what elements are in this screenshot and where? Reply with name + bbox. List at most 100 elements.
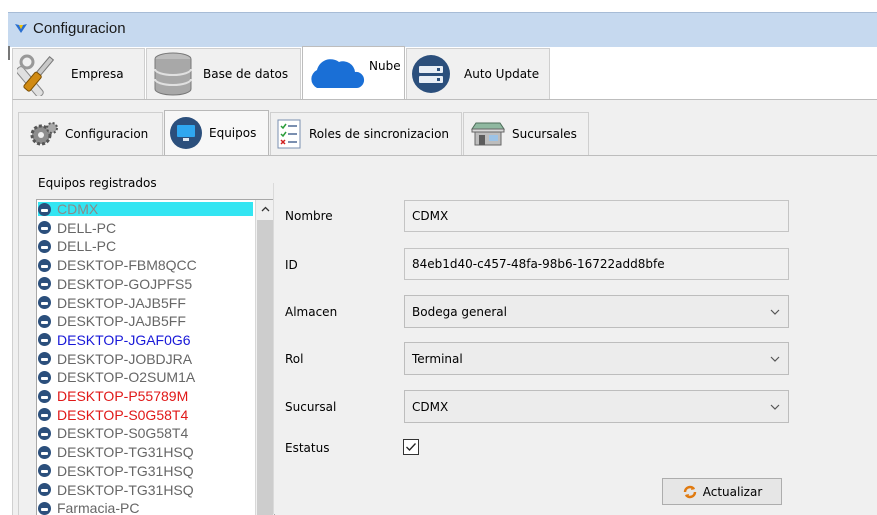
tab-sucursales-label: Sucursales — [512, 127, 577, 141]
app-icon — [15, 24, 27, 33]
user-circle-icon — [38, 389, 51, 403]
list-item-label: DESKTOP-O2SUM1A — [57, 369, 196, 386]
list-item[interactable]: DESKTOP-TG31HSQ — [38, 444, 194, 461]
user-circle-icon — [38, 277, 51, 291]
sucursal-value: CDMX — [412, 399, 449, 414]
list-item-label: DESKTOP-FBM8QCC — [57, 257, 197, 274]
almacen-select[interactable]: Bodega general — [404, 295, 789, 328]
list-item-label: DELL-PC — [57, 219, 117, 236]
list-item-label: DESKTOP-TG31HSQ — [57, 444, 194, 461]
database-icon — [154, 52, 192, 96]
tab-nube[interactable]: Nube — [302, 46, 405, 99]
tab-equipos-label: Equipos — [209, 126, 257, 140]
almacen-value: Bodega general — [412, 304, 507, 319]
sub-tabs: Configuracion Equipos Roles de sincroniz… — [18, 110, 590, 156]
scroll-thumb[interactable] — [257, 220, 273, 515]
list-item-label: DESKTOP-S0G58T4 — [57, 406, 189, 423]
list-item[interactable]: DELL-PC — [38, 238, 117, 255]
user-circle-icon — [38, 333, 51, 347]
refresh-icon — [683, 485, 696, 498]
checkmark-icon — [406, 443, 416, 451]
id-value: 84eb1d40-c457-48fa-98b6-16722add8bfe — [412, 257, 665, 271]
list-item[interactable]: Farmacia-PC — [38, 500, 140, 515]
user-circle-icon — [38, 296, 51, 309]
actualizar-button[interactable]: Actualizar — [662, 478, 782, 505]
monitor-icon — [170, 117, 202, 149]
tab-base-de-datos[interactable]: Base de datos — [146, 48, 301, 99]
window-titlebar: Configuracion — [0, 0, 877, 47]
list-item-label: DESKTOP-JAJB5FF — [57, 294, 186, 311]
rol-label: Rol — [285, 352, 304, 366]
tab-empresa-label: Empresa — [71, 67, 124, 81]
gears-icon — [30, 122, 58, 146]
list-item[interactable]: DESKTOP-S0G58T4 — [38, 406, 189, 423]
list-item[interactable]: DESKTOP-JAJB5FF — [38, 294, 186, 311]
rol-select[interactable]: Terminal — [404, 342, 789, 375]
estatus-checkbox[interactable] — [403, 439, 419, 455]
list-item-label: DESKTOP-JOBDJRA — [57, 350, 193, 367]
tab-nube-label: Nube — [369, 59, 401, 73]
list-item-label: DESKTOP-P55789M — [57, 388, 189, 404]
tab-roles-de-sincronizacion[interactable]: Roles de sincronizacion — [270, 112, 462, 155]
list-item-label: CDMX — [57, 201, 99, 217]
list-item[interactable]: DESKTOP-P55789M — [38, 388, 189, 404]
nombre-field[interactable]: CDMX — [404, 200, 789, 232]
tab-auto-update-label: Auto Update — [464, 67, 540, 81]
rol-value: Terminal — [412, 351, 463, 366]
list-item-label: DESKTOP-TG31HSQ — [57, 481, 194, 498]
list-item[interactable]: DESKTOP-JGAF0G6 — [38, 331, 191, 348]
list-item[interactable]: DESKTOP-FBM8QCC — [38, 257, 197, 274]
list-item[interactable]: CDMX — [38, 201, 253, 217]
equipos-registrados-label: Equipos registrados — [38, 176, 157, 190]
nombre-value: CDMX — [412, 209, 449, 223]
id-label: ID — [285, 258, 298, 272]
equipos-list[interactable]: CDMX DELL-PC DELL-PC DESKTOP-FBM8QCC DESKTOP… — [36, 199, 275, 515]
tab-configuracion[interactable]: Configuracion — [18, 112, 163, 155]
almacen-label: Almacen — [285, 305, 338, 319]
id-field[interactable]: 84eb1d40-c457-48fa-98b6-16722add8bfe — [404, 248, 789, 280]
tab-auto-update[interactable]: Auto Update — [406, 48, 550, 99]
scroll-up-arrow-icon[interactable] — [256, 200, 274, 217]
user-circle-icon — [38, 239, 51, 253]
sucursal-select[interactable]: CDMX — [404, 390, 789, 423]
user-circle-icon — [38, 483, 51, 496]
titlebar-band: Configuracion — [8, 12, 877, 47]
tab-empresa[interactable]: Empresa — [12, 48, 145, 99]
user-circle-icon — [38, 408, 51, 422]
tools-icon — [17, 54, 55, 96]
list-item-label: DESKTOP-GOJPFS5 — [57, 275, 193, 292]
list-item[interactable]: DESKTOP-JAJB5FF — [38, 313, 186, 330]
nombre-label: Nombre — [285, 209, 333, 223]
list-item[interactable]: DESKTOP-TG31HSQ — [38, 481, 194, 498]
user-circle-icon — [38, 202, 51, 216]
list-scrollbar[interactable] — [255, 200, 274, 515]
list-item[interactable]: DESKTOP-JOBDJRA — [38, 350, 193, 367]
list-item[interactable]: DESKTOP-TG31HSQ — [38, 462, 194, 479]
sucursal-label: Sucursal — [285, 400, 337, 414]
list-item-label: Farmacia-PC — [57, 500, 140, 515]
list-item-label: DELL-PC — [57, 238, 117, 255]
list-item[interactable]: DESKTOP-O2SUM1A — [38, 369, 196, 386]
tab-roles-label: Roles de sincronizacion — [309, 127, 450, 141]
chevron-down-icon — [770, 404, 780, 410]
user-circle-icon — [38, 258, 51, 272]
list-item-label: DESKTOP-TG31HSQ — [57, 462, 194, 479]
list-item[interactable]: DESKTOP-S0G58T4 — [38, 425, 189, 442]
list-item-label: DESKTOP-S0G58T4 — [57, 425, 189, 442]
user-circle-icon — [38, 426, 51, 440]
tab-base-de-datos-label: Base de datos — [203, 67, 289, 81]
user-circle-icon — [38, 501, 51, 515]
user-circle-icon — [38, 445, 51, 459]
tab-sucursales[interactable]: Sucursales — [463, 112, 589, 155]
checklist-icon — [277, 119, 301, 149]
list-item-label: DESKTOP-JGAF0G6 — [57, 331, 191, 348]
user-circle-icon — [38, 314, 51, 328]
user-circle-icon — [38, 464, 51, 478]
list-item[interactable]: DESKTOP-GOJPFS5 — [38, 275, 193, 292]
estatus-label: Estatus — [285, 441, 330, 455]
list-item-label: DESKTOP-JAJB5FF — [57, 313, 186, 330]
tab-equipos[interactable]: Equipos — [164, 110, 269, 155]
window-edge — [8, 46, 10, 60]
user-circle-icon — [38, 352, 51, 366]
list-item[interactable]: DELL-PC — [38, 219, 117, 236]
